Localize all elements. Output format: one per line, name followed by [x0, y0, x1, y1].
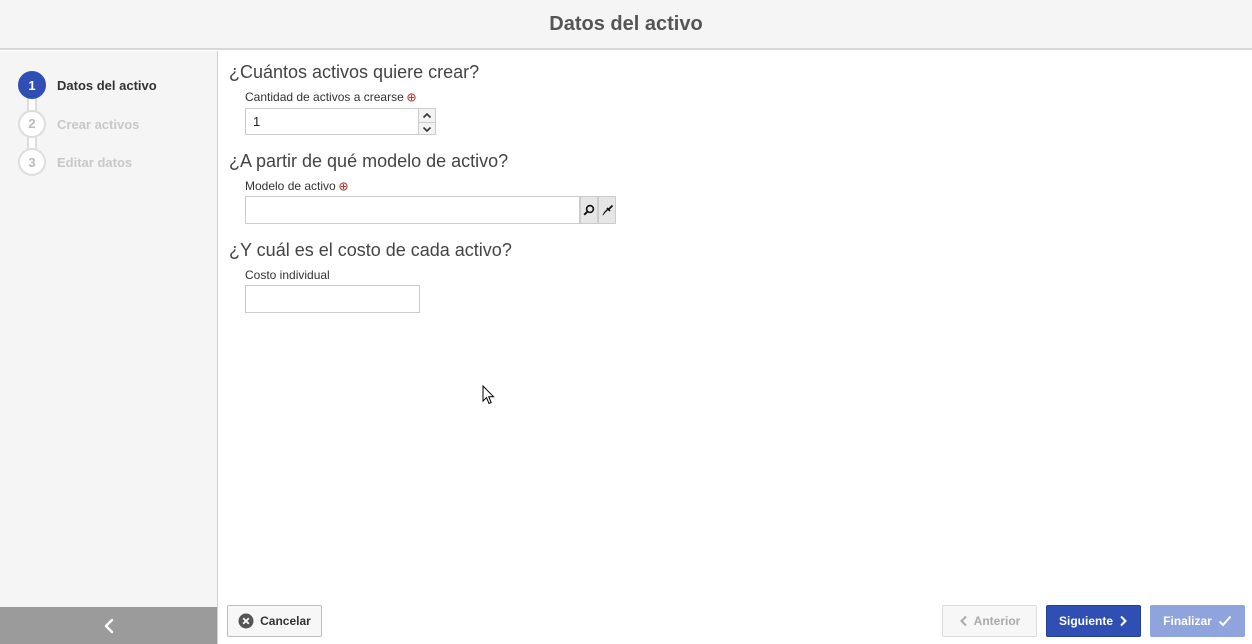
required-asterisk-icon — [407, 92, 416, 102]
cost-section-title: ¿Y cuál es el costo de cada activo? — [229, 240, 512, 260]
spin-down-button[interactable] — [419, 122, 435, 135]
dialog-title: Datos del activo — [549, 12, 703, 35]
chevron-left-icon — [959, 615, 967, 627]
quantity-label: Cantidad de activos a crearse — [245, 90, 416, 104]
cost-input[interactable] — [245, 285, 420, 313]
step-label: Editar datos — [57, 155, 133, 170]
next-label: Siguiente — [1058, 614, 1113, 628]
model-search-button[interactable] — [580, 196, 598, 224]
collapse-sidebar-button[interactable] — [0, 607, 217, 644]
circle-x-icon — [238, 613, 254, 629]
step-number: 1 — [18, 71, 46, 99]
quantity-stepper[interactable] — [418, 108, 436, 135]
magnifier-icon — [583, 204, 595, 216]
step-connector — [27, 97, 37, 111]
checkmark-icon — [1218, 615, 1232, 627]
wizard-steps: 1 Datos del activo 2 Crear activos 3 Edi… — [18, 71, 157, 187]
dialog-header: Datos del activo — [0, 0, 1252, 50]
spin-up-button[interactable] — [419, 109, 435, 122]
chevron-left-icon — [104, 618, 113, 633]
model-label: Modelo de activo — [245, 179, 348, 193]
wizard-step-3[interactable]: 3 Editar datos — [18, 148, 157, 187]
wizard-sidebar: 1 Datos del activo 2 Crear activos 3 Edi… — [0, 51, 218, 644]
next-button[interactable]: Siguiente — [1046, 605, 1141, 637]
finish-label: Finalizar — [1163, 614, 1212, 628]
model-input[interactable] — [245, 196, 580, 224]
finish-button[interactable]: Finalizar — [1150, 605, 1245, 637]
cost-label: Costo individual — [245, 268, 330, 282]
quantity-label-text: Cantidad de activos a crearse — [245, 90, 404, 104]
wizard-step-2[interactable]: 2 Crear activos — [18, 109, 157, 150]
broom-icon — [602, 204, 613, 215]
model-clear-button[interactable] — [598, 196, 616, 224]
wizard-step-1[interactable]: 1 Datos del activo — [18, 71, 157, 111]
cost-label-text: Costo individual — [245, 268, 330, 282]
required-asterisk-icon — [339, 181, 348, 191]
step-label: Crear activos — [57, 116, 140, 132]
step-number: 2 — [18, 109, 46, 138]
quantity-input[interactable]: 1 — [245, 108, 419, 135]
chevron-up-icon — [422, 112, 432, 119]
cancel-button[interactable]: Cancelar — [227, 605, 322, 637]
step-number: 3 — [18, 148, 46, 176]
chevron-right-icon — [1120, 615, 1127, 627]
step-label: Datos del activo — [57, 78, 157, 93]
previous-button[interactable]: Anterior — [942, 605, 1037, 637]
cancel-label: Cancelar — [260, 614, 311, 628]
model-section-title: ¿A partir de qué modelo de activo? — [229, 151, 509, 171]
quantity-section-title: ¿Cuántos activos quiere crear? — [229, 62, 480, 82]
model-label-text: Modelo de activo — [245, 179, 336, 193]
chevron-down-icon — [422, 126, 432, 132]
form-area: ¿Cuántos activos quiere crear? Cantidad … — [218, 51, 1252, 644]
mouse-cursor-icon — [482, 385, 495, 405]
previous-label: Anterior — [973, 614, 1021, 628]
